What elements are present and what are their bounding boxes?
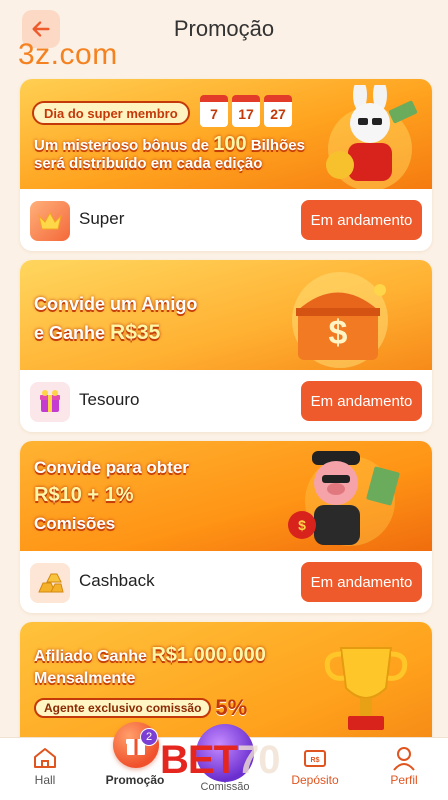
promo-row-super[interactable]: Super Em andamento (20, 189, 432, 251)
banner-highlight: R$35 (110, 321, 161, 344)
nav-deposito[interactable]: R$ Depósito (270, 738, 360, 800)
promo-card-cashback[interactable]: Convide para obter R$10 + 1% Comisões $ … (20, 441, 432, 613)
banner-text: Afiliado Ganhe (34, 648, 147, 665)
calendar-day: 27 (264, 95, 292, 127)
calendar-day: 17 (232, 95, 260, 127)
crown-icon (30, 201, 70, 241)
commission-percent: 5% (215, 695, 248, 720)
promo-banner-super[interactable]: Dia do super membro 7 17 27 Um misterios… (20, 79, 432, 189)
nav-label: Hall (34, 773, 56, 787)
brand-suffix: 70 (237, 738, 280, 782)
pig-mascot-illustration: $ (288, 451, 400, 545)
brand-text: BET (160, 738, 238, 782)
home-icon (34, 748, 56, 768)
promo-title: Super (79, 209, 125, 228)
banner-text: Um misterioso bônus de (34, 137, 210, 154)
super-member-day-tag: Dia do super membro (32, 101, 190, 125)
banner-highlight: R$10 + 1% (34, 484, 134, 506)
banner-highlight: 100 (213, 133, 247, 155)
banner-line: e Ganhe R$35 (34, 320, 160, 345)
rabbit-mascot-illustration (326, 85, 418, 181)
promo-row-tesouro[interactable]: Tesouro Em andamento (20, 370, 432, 432)
banner-line: Convide um Amigo (34, 294, 198, 314)
banner-line: Mensalmente (34, 670, 136, 687)
svg-text:R$: R$ (311, 757, 320, 764)
commission-label: Agente exclusivo comissão (34, 698, 212, 718)
banner-line: Um misterioso bônus de 100 Bilhões (34, 132, 305, 156)
promo-banner-cashback[interactable]: Convide para obter R$10 + 1% Comisões $ (20, 441, 432, 551)
gift-box-icon (30, 382, 70, 422)
calendar-days: 7 17 27 (200, 95, 292, 127)
user-icon (393, 747, 415, 771)
promo-card-tesouro[interactable]: Convide um Amigo e Ganhe R$35 $ Tesouro … (20, 260, 432, 432)
status-button[interactable]: Em andamento (301, 562, 422, 602)
nav-label: Perfil (390, 773, 418, 787)
notification-badge: 2 (140, 728, 158, 746)
nav-label: Depósito (291, 773, 339, 787)
banner-line: será distribuído em cada edição (34, 155, 263, 172)
svg-text:$: $ (329, 314, 348, 352)
promo-title: Cashback (79, 571, 155, 590)
banner-line: Afiliado Ganhe R$1.000.000 (34, 643, 266, 667)
banner-text: e Ganhe (34, 323, 106, 343)
deposit-icon: R$ (304, 750, 326, 767)
status-button[interactable]: Em andamento (301, 381, 422, 421)
commission-tag: Agente exclusivo comissão 5% (34, 695, 247, 721)
promo-banner-tesouro[interactable]: Convide um Amigo e Ganhe R$35 $ (20, 260, 432, 370)
brand-watermark: BET70 (160, 738, 280, 783)
promotion-list[interactable]: Dia do super membro 7 17 27 Um misterios… (0, 70, 448, 742)
promo-title: Tesouro (79, 390, 140, 409)
trophy-illustration (324, 647, 408, 730)
banner-highlight: R$1.000.000 (151, 644, 266, 666)
promo-row-cashback[interactable]: Cashback Em andamento (20, 551, 432, 613)
site-logo: 3z.com (18, 38, 118, 71)
svg-text:$: $ (298, 517, 306, 533)
banner-text: Bilhões (250, 137, 305, 154)
promo-card-super[interactable]: Dia do super membro 7 17 27 Um misterios… (20, 79, 432, 251)
header: Promoção 3z.com (0, 0, 448, 71)
banner-line: Comisões (34, 514, 116, 533)
treasure-chest-illustration: $ (296, 284, 386, 360)
calendar-day: 7 (200, 95, 228, 127)
nav-perfil[interactable]: Perfil (360, 738, 448, 800)
nav-hall[interactable]: Hall (0, 738, 90, 800)
gold-bars-icon (30, 563, 70, 603)
status-button[interactable]: Em andamento (301, 200, 422, 240)
banner-line: Convide para obter (34, 458, 189, 477)
